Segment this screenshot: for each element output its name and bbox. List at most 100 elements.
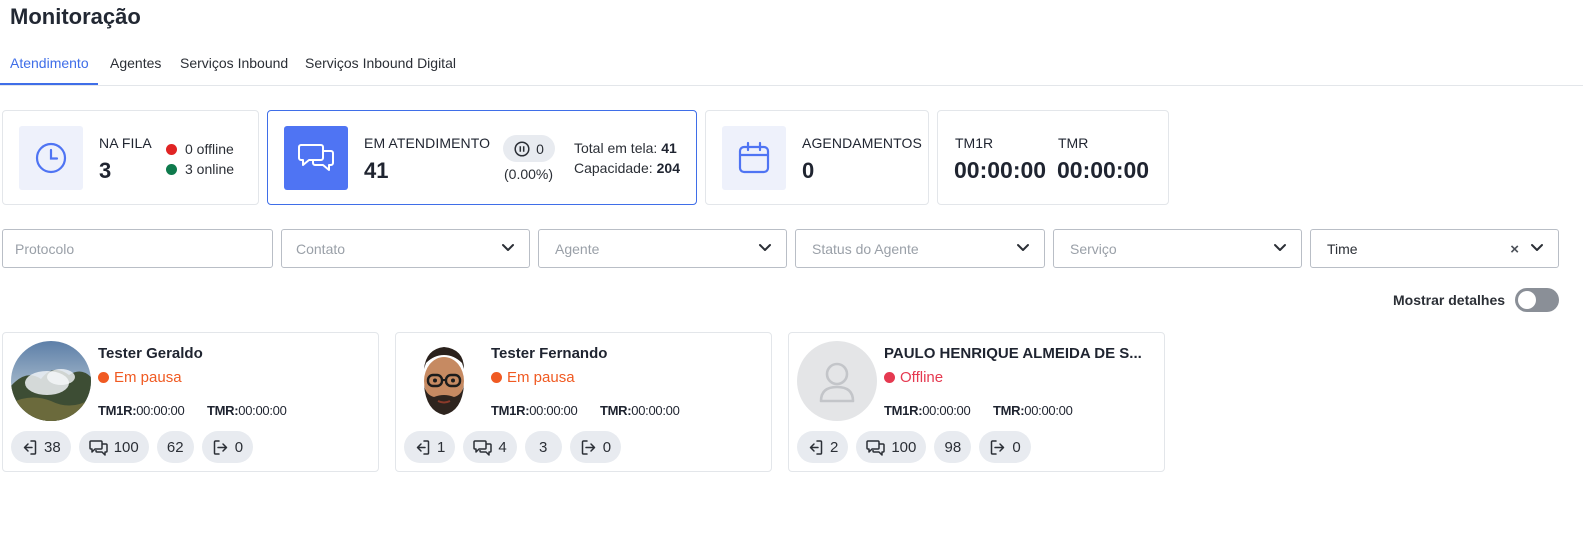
queue-card: NA FILA 3 0 offline 3 online (2, 110, 259, 205)
agent-card[interactable]: Tester Geraldo Em pausa TM1R:00:00:00 TM… (2, 332, 379, 472)
total-on-screen-value: 41 (661, 140, 677, 156)
chat-icon (866, 439, 886, 456)
agent-status-placeholder: Status do Agente (812, 241, 919, 257)
chat-icon (88, 439, 108, 456)
offline-dot (166, 143, 177, 155)
chats-count: 4 (498, 438, 507, 456)
queue-label: NA FILA (99, 135, 152, 151)
toggle-knob (1518, 291, 1536, 309)
in-service-label: EM ATENDIMENTO (364, 135, 491, 151)
logouts-chip: 0 (569, 431, 622, 463)
agent-tmr-value: 00:00:00 (631, 403, 680, 418)
agent-tm1r: TM1R:00:00:00 (884, 403, 971, 418)
logouts-chip: 0 (201, 431, 254, 463)
agent-name: Tester Fernando (491, 345, 608, 362)
paused-dot (98, 372, 109, 383)
login-icon (416, 439, 430, 455)
agent-tmr-label: TMR: (600, 403, 632, 418)
count-value: 62 (166, 438, 184, 456)
agent-card[interactable]: PAULO HENRIQUE ALMEIDA DE S... Offline T… (788, 332, 1165, 472)
tab-servicos-inbound[interactable]: Serviços Inbound (180, 55, 288, 71)
service-placeholder: Serviço (1070, 241, 1117, 257)
clock-icon (35, 142, 67, 174)
tmr-label: TMR (1058, 135, 1089, 151)
contact-select[interactable]: Contato (281, 229, 530, 268)
agent-status-select[interactable]: Status do Agente (795, 229, 1045, 268)
tab-atendimento[interactable]: Atendimento (10, 55, 89, 71)
tab-bar: Atendimento Agentes Serviços Inbound Ser… (0, 44, 1583, 86)
paused-dot (491, 372, 502, 383)
contact-placeholder: Contato (296, 241, 346, 257)
paused-count: 0 (536, 140, 544, 157)
agent-name: PAULO HENRIQUE ALMEIDA DE S... (884, 345, 1142, 362)
protocol-placeholder: Protocolo (15, 241, 75, 257)
avatar (797, 341, 877, 421)
agent-tm1r-value: 00:00:00 (136, 403, 185, 418)
offline-dot (884, 372, 895, 383)
queue-value: 3 (99, 158, 112, 183)
count-chip: 62 (156, 431, 194, 463)
queue-online: 3 online (166, 161, 234, 177)
chat-icon-box (284, 126, 348, 190)
agent-tm1r: TM1R:00:00:00 (491, 403, 578, 418)
chevron-down-icon (1531, 244, 1543, 251)
agent-tmr-label: TMR: (993, 403, 1025, 418)
agent-tmr-label: TMR: (207, 403, 239, 418)
agent-card[interactable]: Tester Fernando Em pausa TM1R:00:00:00 T… (395, 332, 772, 472)
tab-agentes[interactable]: Agentes (110, 55, 161, 71)
agent-tm1r-label: TM1R: (491, 403, 530, 418)
chats-count: 100 (891, 438, 917, 456)
capacity-value: 204 (656, 160, 680, 176)
queue-online-text: 3 online (185, 161, 235, 177)
agent-metrics: 38 100 62 0 (11, 431, 254, 463)
logout-icon (581, 439, 595, 455)
online-dot (166, 163, 177, 175)
agent-status-text: Em pausa (114, 369, 182, 386)
agent-tmr: TMR:00:00:00 (993, 403, 1073, 418)
avatar (11, 341, 91, 421)
chats-chip: 100 (856, 431, 927, 463)
pause-icon (514, 140, 530, 157)
chevron-down-icon (1017, 244, 1029, 251)
calendar-icon-box (722, 126, 786, 190)
agent-status-text: Offline (900, 369, 944, 386)
agent-metrics: 1 4 3 0 (404, 431, 622, 463)
schedules-card: AGENDAMENTOS 0 (705, 110, 929, 205)
logins-count: 2 (830, 438, 839, 456)
logins-chip: 38 (11, 431, 71, 463)
logins-count: 38 (44, 438, 61, 456)
paused-percent: (0.00%) (504, 166, 554, 182)
logins-chip: 1 (404, 431, 456, 463)
total-on-screen: Total em tela: 41 (574, 140, 677, 156)
service-select[interactable]: Serviço (1053, 229, 1302, 268)
tm1r-value: 00:00:00 (954, 157, 1047, 183)
logins-chip: 2 (797, 431, 849, 463)
chats-chip: 100 (78, 431, 149, 463)
details-toggle[interactable] (1515, 288, 1559, 312)
tmr-value: 00:00:00 (1057, 157, 1150, 183)
clock-icon-box (19, 126, 83, 190)
chat-icon (473, 439, 493, 456)
agent-tm1r: TM1R:00:00:00 (98, 403, 185, 418)
agent-metrics: 2 100 98 0 (797, 431, 1031, 463)
team-select[interactable]: Time × (1310, 229, 1559, 268)
user-placeholder-icon (819, 362, 855, 403)
tab-servicos-inbound-digital[interactable]: Serviços Inbound Digital (305, 55, 456, 71)
logouts-chip: 0 (979, 431, 1031, 463)
protocol-input[interactable]: Protocolo (2, 229, 273, 268)
login-icon (23, 439, 37, 455)
agent-tm1r-label: TM1R: (98, 403, 137, 418)
agent-status: Em pausa (491, 369, 575, 386)
chevron-down-icon (1274, 244, 1286, 251)
tm1r-label: TM1R (955, 135, 994, 151)
agent-name: Tester Geraldo (98, 345, 203, 362)
agent-tm1r-value: 00:00:00 (922, 403, 971, 418)
clear-icon[interactable]: × (1510, 241, 1519, 258)
agent-status-text: Em pausa (507, 369, 575, 386)
agent-select[interactable]: Agente (538, 229, 787, 268)
page-title: Monitoração (10, 4, 141, 29)
agent-status: Offline (884, 369, 943, 386)
chevron-down-icon (502, 244, 514, 251)
active-tab-indicator (0, 83, 98, 85)
chats-chip: 4 (463, 431, 517, 463)
